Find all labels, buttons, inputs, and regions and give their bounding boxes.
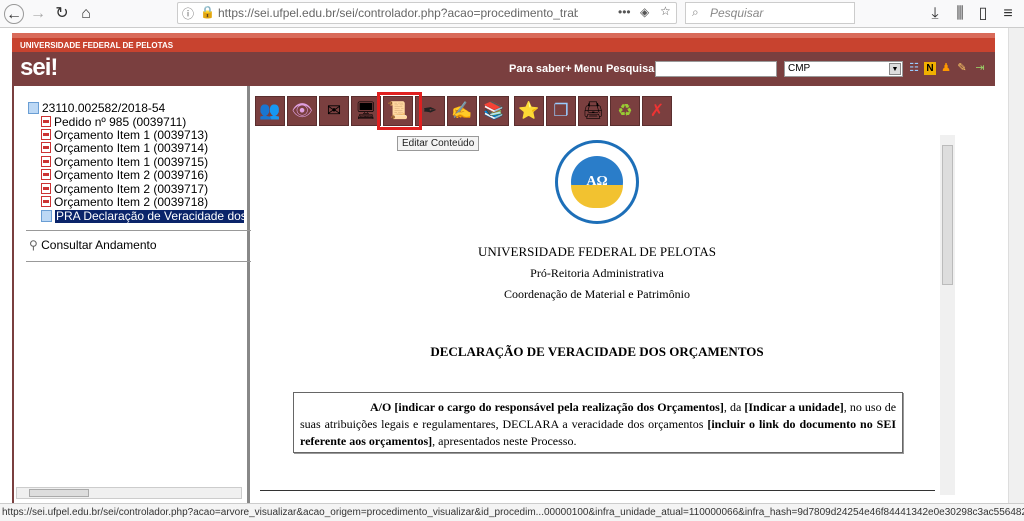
browser-toolbar: ← → ↻ ⌂ ⓘ 🔒 https://sei.ufpel.edu.br/sei…	[0, 0, 1024, 28]
text-bold: [Indicar a unidade]	[744, 400, 844, 414]
url-text[interactable]: https://sei.ufpel.edu.br/sei/controlador…	[218, 6, 578, 20]
copiar-icon[interactable]: ❐	[546, 96, 576, 126]
tree-document[interactable]: Orçamento Item 1 (0039714)	[41, 142, 208, 155]
unit-select-value: CMP	[788, 63, 811, 74]
pdf-icon	[41, 142, 51, 153]
list-icon[interactable]: ☷	[908, 62, 920, 75]
institution-bar: UNIVERSIDADE FEDERAL DE PELOTAS	[12, 38, 995, 52]
home-icon[interactable]: ⌂	[76, 4, 96, 24]
pdf-icon	[41, 183, 51, 194]
doc-line-1: UNIVERSIDADE FEDERAL DE PELOTAS	[478, 244, 716, 259]
sei-header: sei! Para saber+ Menu Pesquisa CMP ▼ ☷ N …	[12, 52, 995, 86]
pdf-icon	[41, 116, 51, 127]
process-icon	[28, 102, 39, 114]
consult-label: Consultar Andamento	[41, 238, 157, 252]
document-label: Orçamento Item 2 (0039718)	[54, 195, 209, 209]
divider	[26, 261, 251, 262]
tree-document[interactable]: Orçamento Item 2 (0039716)	[41, 169, 208, 182]
document-label: Orçamento Item 2 (0039717)	[54, 182, 209, 196]
imprimir-icon[interactable]: 🖨	[578, 96, 608, 126]
doc-title: DECLARAÇÃO DE VERACIDADE DOS ORÇAMENTOS	[430, 344, 764, 359]
doc-line-3: Coordenação de Material e Patrimônio	[504, 287, 690, 301]
document-label: Orçamento Item 1 (0039714)	[54, 141, 209, 155]
assinatura-bloco-icon[interactable]: ✍	[447, 96, 477, 126]
exit-icon[interactable]: ⇥	[974, 62, 986, 75]
menu-icon[interactable]: ≡	[998, 4, 1018, 24]
pesquisa-label: Pesquisa	[606, 63, 655, 75]
modelo-favorito-icon[interactable]: ⭐	[514, 96, 544, 126]
pdf-icon	[41, 156, 51, 167]
search-placeholder: Pesquisar	[710, 6, 764, 20]
tree-document-selected[interactable]: PRA Declaração de Veracidade dos Orç	[41, 210, 244, 223]
download-icon[interactable]: ⤓	[925, 4, 945, 24]
magnifier-icon: ⚲	[29, 238, 42, 252]
para-saber-link[interactable]: Para saber+	[509, 63, 572, 75]
divider	[260, 490, 935, 491]
process-number: 23110.002582/2018-54	[42, 101, 166, 115]
interessados-icon[interactable]: 👥	[255, 96, 285, 126]
document-label: Orçamento Item 1 (0039715)	[54, 155, 209, 169]
reload-icon[interactable]: ↻	[52, 4, 72, 24]
document-label: Orçamento Item 1 (0039713)	[54, 128, 209, 142]
pesquisa-input[interactable]	[655, 61, 777, 77]
tooltip: Editar Conteúdo	[397, 136, 480, 151]
tree-process[interactable]: 23110.002582/2018-54	[28, 102, 165, 115]
email-icon[interactable]: ✉	[319, 96, 349, 126]
user-icon[interactable]: ♟	[940, 62, 952, 75]
document-scrollbar[interactable]	[940, 135, 955, 495]
back-icon[interactable]: ←	[4, 4, 24, 24]
library-icon[interactable]: ⫼	[950, 4, 970, 24]
sidebar-icon[interactable]: ▯	[973, 4, 993, 24]
text: , da	[723, 400, 745, 414]
more-icon[interactable]: •••	[618, 5, 631, 19]
scrollbar-thumb[interactable]	[29, 489, 89, 497]
incluir-bloco-icon[interactable]: 📚	[479, 96, 509, 126]
pdf-icon	[41, 196, 51, 207]
highlight-box	[377, 92, 422, 130]
tools-icon[interactable]: ✎	[956, 62, 968, 75]
forward-icon[interactable]: →	[28, 4, 48, 24]
page-scrollbar[interactable]	[1008, 28, 1024, 503]
status-bar: https://sei.ufpel.edu.br/sei/controlador…	[0, 503, 1024, 521]
tree-horizontal-scrollbar[interactable]	[16, 487, 242, 499]
document-icon	[41, 210, 52, 222]
panel-divider[interactable]	[247, 86, 250, 503]
chevron-down-icon: ▼	[889, 63, 901, 75]
cancelar-icon[interactable]: ✗	[642, 96, 672, 126]
menu-link[interactable]: Menu	[574, 63, 603, 75]
tree-document[interactable]: Orçamento Item 2 (0039718)	[41, 196, 208, 209]
text-bold: A/O [indicar o cargo do responsável pela…	[370, 400, 724, 414]
search-icon: ⌕	[692, 5, 699, 19]
scrollbar-thumb[interactable]	[942, 145, 953, 285]
lock-icon: 🔒	[200, 5, 215, 19]
excluir-icon[interactable]: ♻	[610, 96, 640, 126]
pdf-icon	[41, 129, 51, 140]
bookmark-star-icon[interactable]: ☆	[660, 4, 671, 18]
pocket-icon[interactable]: ◈	[640, 5, 649, 19]
unit-select[interactable]: CMP ▼	[784, 61, 903, 77]
text: , apresentados neste Processo.	[432, 434, 577, 448]
visualizar-icon[interactable]: 👁	[287, 96, 317, 126]
sei-logo[interactable]: sei!	[20, 54, 58, 82]
browser-search[interactable]: ⌕ Pesquisar	[685, 2, 855, 24]
university-seal: AΩ	[555, 140, 639, 224]
document-label: Orçamento Item 2 (0039716)	[54, 168, 209, 182]
pdf-icon	[41, 169, 51, 180]
document-label: PRA Declaração de Veracidade dos Orç	[55, 210, 244, 223]
url-bar[interactable]: ⓘ 🔒 https://sei.ufpel.edu.br/sei/control…	[177, 2, 677, 24]
declaration-paragraph: A/O [indicar o cargo do responsável pela…	[293, 392, 903, 453]
consultar-andamento-link[interactable]: ⚲ Consultar Andamento	[29, 239, 157, 252]
notes-icon[interactable]: N	[924, 62, 936, 75]
document-label: Pedido nº 985 (0039711)	[54, 115, 187, 129]
doc-line-2: Pró-Reitoria Administrativa	[530, 266, 664, 280]
info-icon[interactable]: ⓘ	[182, 5, 194, 22]
divider	[26, 230, 251, 231]
